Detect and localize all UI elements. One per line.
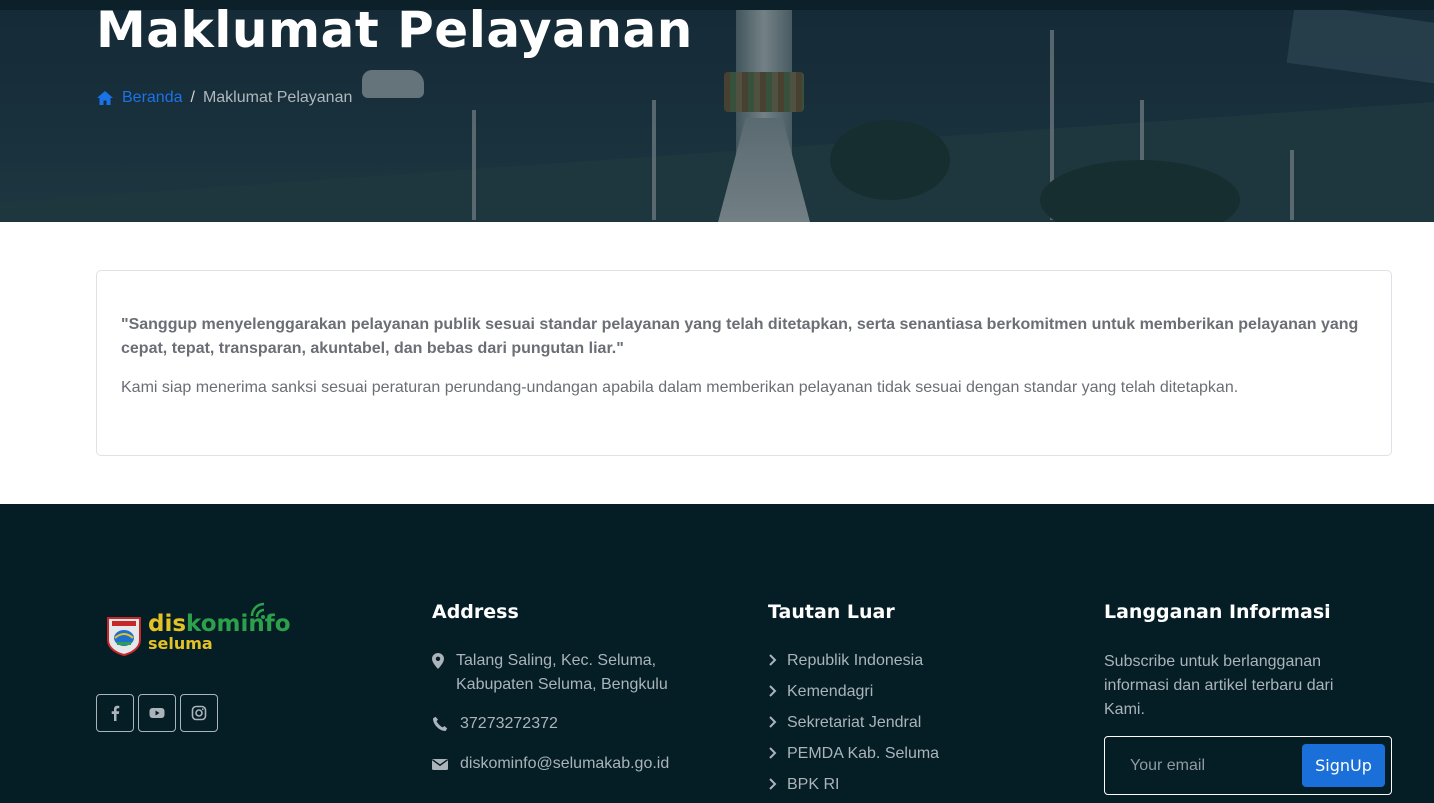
envelope-icon [432,759,448,770]
maklumat-quote: "Sanggup menyelenggarakan pelayanan publ… [121,316,1359,357]
breadcrumb: Beranda / Maklumat Pelayanan [96,88,352,108]
chevron-right-icon [769,716,777,728]
chevron-right-icon [769,747,777,759]
external-link-item[interactable]: Republik Indonesia [768,650,939,681]
youtube-icon [149,708,165,718]
breadcrumb-separator: / [190,89,195,106]
signal-icon [250,602,265,619]
external-link-item[interactable]: PEMDA Kab. Seluma [768,743,939,774]
youtube-button[interactable] [138,694,176,732]
maklumat-card: "Sanggup menyelenggarakan pelayanan publ… [96,270,1392,456]
external-links-list: Republik Indonesia Kemendagri Sekretaria… [768,650,939,803]
maklumat-note: Kami siap menerima sanksi sesuai peratur… [121,379,1239,396]
logo-subtitle: seluma [148,634,213,653]
page-title: Maklumat Pelayanan [96,1,693,59]
address-location: Talang Saling, Kec. Seluma, Kabupaten Se… [432,649,732,697]
address-title: Address [432,601,519,623]
external-link-item[interactable]: BPK RI [768,774,939,803]
newsletter-form: SignUp [1104,736,1392,795]
facebook-button[interactable] [96,694,134,732]
external-link-item[interactable]: Sekretariat Jendral [768,712,939,743]
diskominfo-logo[interactable]: diskominfo seluma [104,602,291,656]
map-marker-icon [432,653,444,669]
chevron-right-icon [769,778,777,790]
email-input[interactable] [1106,738,1296,793]
home-icon [97,91,113,105]
phone-icon [432,716,448,732]
chevron-right-icon [769,654,777,666]
social-links [96,694,218,732]
facebook-icon [111,705,120,721]
newsletter-title: Langganan Informasi [1104,601,1331,623]
address-email[interactable]: diskominfo@selumakab.go.id [432,752,669,776]
signup-button[interactable]: SignUp [1302,744,1385,787]
page-header-banner: Maklumat Pelayanan Beranda / Maklumat Pe… [0,0,1434,222]
breadcrumb-current: Maklumat Pelayanan [202,89,353,106]
footer: diskominfo seluma Address Talang Saling,… [0,504,1434,803]
breadcrumb-home-link[interactable]: Beranda [122,88,183,108]
instagram-button[interactable] [180,694,218,732]
instagram-icon [191,705,207,721]
newsletter-text: Subscribe untuk berlangganan informasi d… [1104,653,1334,718]
external-link-item[interactable]: Kemendagri [768,681,939,712]
seluma-emblem-icon [107,617,141,656]
chevron-right-icon [769,685,777,697]
address-phone[interactable]: 37273272372 [432,712,558,736]
external-links-title: Tautan Luar [768,601,895,623]
